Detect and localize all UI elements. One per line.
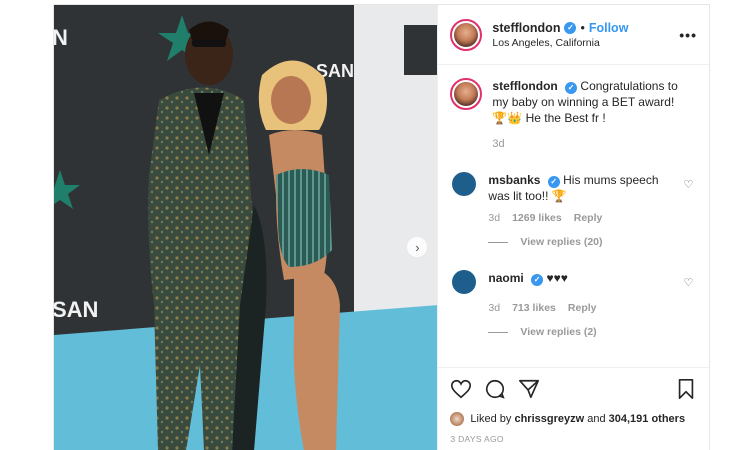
verified-badge-icon: ✓: [565, 82, 578, 94]
view-replies-label: View replies (2): [520, 326, 597, 338]
follow-button[interactable]: Follow: [589, 21, 629, 35]
replies-divider: [488, 331, 509, 333]
instagram-post: N SAN SAN › stefflondon ✓ • Follow Los A…: [53, 4, 710, 450]
liker-avatar[interactable]: [450, 412, 465, 426]
comment-icon[interactable]: [484, 378, 506, 400]
share-icon[interactable]: [518, 378, 540, 400]
caption-text-block: stefflondon ✓ Congratulations to my baby…: [492, 78, 692, 126]
comment-text: ♥♥♥: [546, 271, 568, 285]
heart-icon[interactable]: [450, 378, 472, 400]
header-text: stefflondon ✓ • Follow Los Angeles, Cali…: [492, 21, 679, 49]
header-row: stefflondon ✓ • Follow: [492, 21, 679, 35]
comment-avatar[interactable]: [452, 270, 477, 294]
comment-meta: 3d 713 likes Reply: [488, 302, 697, 314]
post-photo[interactable]: N SAN SAN ›: [54, 5, 438, 450]
comment-meta: 3d 1269 likes Reply: [488, 212, 697, 224]
avatar[interactable]: [450, 18, 483, 51]
verified-badge-icon: ✓: [531, 274, 544, 286]
replies-divider: [488, 241, 509, 243]
comment-time: 3d: [488, 212, 501, 224]
verified-badge-icon: ✓: [564, 21, 577, 34]
liked-user-link[interactable]: chrissgreyzw: [514, 413, 584, 425]
view-replies-button[interactable]: View replies (2): [488, 326, 697, 338]
comment-username[interactable]: naomi: [488, 271, 523, 285]
post-header: stefflondon ✓ • Follow Los Angeles, Cali…: [438, 5, 709, 65]
post-actions: Liked by chrissgreyzw and 304,191 others…: [438, 367, 710, 444]
view-replies-label: View replies (20): [520, 236, 603, 248]
bookmark-icon[interactable]: [675, 378, 697, 400]
caption: stefflondon ✓ Congratulations to my baby…: [450, 78, 697, 126]
comment-item: msbanks ✓ His mums speech was lit too!! …: [450, 172, 697, 204]
comment-body: naomi ✓ ♥♥♥: [488, 270, 678, 294]
comment-time: 3d: [488, 302, 501, 314]
caption-time: 3d: [492, 138, 505, 150]
comment-avatar[interactable]: [452, 172, 477, 196]
view-replies-button[interactable]: View replies (20): [488, 236, 697, 248]
location-link[interactable]: Los Angeles, California: [492, 37, 679, 49]
liked-and: and: [587, 413, 606, 425]
liked-prefix: Liked by: [470, 413, 512, 425]
caption-avatar[interactable]: [450, 78, 483, 110]
page: N SAN SAN › stefflondon ✓ • Follow Los A…: [0, 0, 735, 450]
liked-by: Liked by chrissgreyzw and 304,191 others: [450, 412, 697, 426]
svg-text:SAN: SAN: [54, 297, 98, 322]
liked-count-link[interactable]: 304,191 others: [609, 413, 685, 425]
more-options-button[interactable]: •••: [679, 27, 697, 43]
username-link[interactable]: stefflondon: [492, 21, 560, 35]
post-timestamp: 3 DAYS AGO: [450, 434, 504, 444]
svg-text:N: N: [54, 25, 68, 50]
comment-likes[interactable]: 1269 likes: [512, 212, 562, 224]
comments-section: stefflondon ✓ Congratulations to my baby…: [438, 66, 709, 366]
comment-username[interactable]: msbanks: [488, 173, 540, 187]
reply-button[interactable]: Reply: [574, 212, 603, 224]
comment-like-icon[interactable]: ♡: [684, 178, 694, 191]
comment-body: msbanks ✓ His mums speech was lit too!! …: [488, 172, 678, 204]
photo-illustration: N SAN SAN: [54, 5, 438, 450]
chevron-right-icon: ›: [415, 239, 420, 255]
separator: •: [580, 20, 585, 35]
caption-username[interactable]: stefflondon: [492, 79, 557, 93]
comment-likes[interactable]: 713 likes: [512, 302, 556, 314]
verified-badge-icon: ✓: [547, 176, 560, 188]
comment-like-icon[interactable]: ♡: [684, 276, 694, 289]
reply-button[interactable]: Reply: [568, 302, 597, 314]
comment-item: naomi ✓ ♥♥♥ ♡: [450, 270, 697, 294]
post-sidebar: stefflondon ✓ • Follow Los Angeles, Cali…: [437, 5, 710, 450]
action-icons: [450, 376, 697, 402]
